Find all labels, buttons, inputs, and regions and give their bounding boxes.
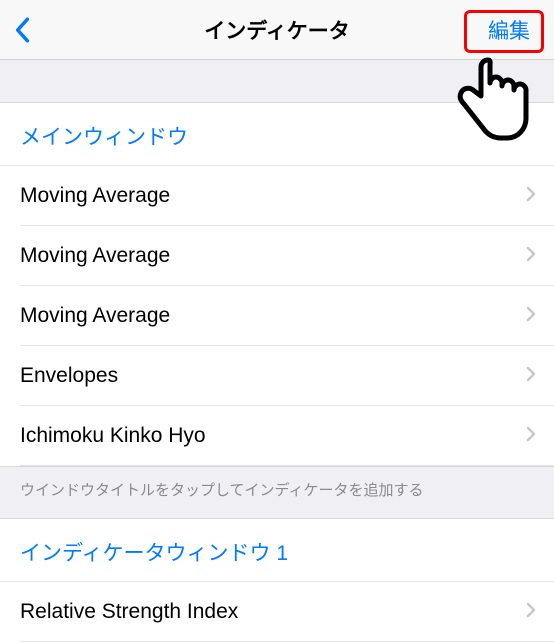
main-window-section-header[interactable]: メインウィンドウ [0, 103, 554, 166]
page-title: インディケータ [204, 15, 350, 45]
chevron-right-icon [526, 304, 536, 328]
list-item[interactable]: Relative Strength Index [0, 582, 554, 642]
list-item-label: Moving Average [20, 184, 170, 208]
chevron-right-icon [526, 244, 536, 268]
list-item-label: Relative Strength Index [20, 600, 238, 624]
list-item[interactable]: Ichimoku Kinko Hyo [0, 406, 554, 466]
list-item[interactable]: Moving Average [0, 166, 554, 226]
section-spacer [0, 60, 554, 103]
list-item-label: Envelopes [20, 364, 118, 388]
list-item-label: Moving Average [20, 244, 170, 268]
chevron-right-icon [526, 364, 536, 388]
chevron-right-icon [526, 424, 536, 448]
edit-button[interactable]: 編集 [478, 11, 540, 49]
navbar: インディケータ 編集 [0, 0, 554, 60]
section-footer-note: ウインドウタイトルをタップしてインディケータを追加する [0, 466, 554, 519]
back-button[interactable] [14, 10, 44, 50]
list-item[interactable]: Envelopes [0, 346, 554, 406]
list-item[interactable]: Moving Average [0, 286, 554, 346]
chevron-right-icon [526, 600, 536, 624]
chevron-left-icon [14, 17, 30, 43]
list-item-label: Moving Average [20, 304, 170, 328]
chevron-right-icon [526, 184, 536, 208]
list-item-label: Ichimoku Kinko Hyo [20, 424, 206, 448]
list-item[interactable]: Moving Average [0, 226, 554, 286]
indicator-window-1-header[interactable]: インディケータウィンドウ 1 [0, 519, 554, 582]
